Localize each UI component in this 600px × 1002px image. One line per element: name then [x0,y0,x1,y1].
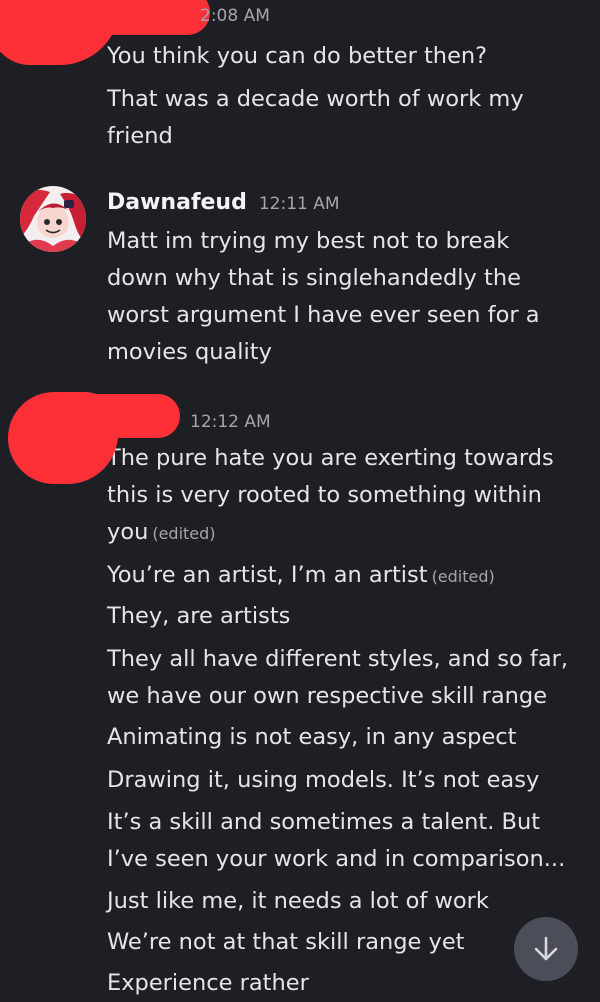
chat-message[interactable]: Drawing it, using models. It’s not easy [107,762,577,799]
chat-message[interactable]: Experience rather [107,965,577,1002]
message-header: 12:12 AM [190,412,271,442]
redaction-mark [40,394,180,438]
chat-message[interactable]: Matt im trying my best not to break down… [107,223,547,371]
message-text: They all have different styles, and so f… [107,646,569,709]
message-text: They, are artists [107,603,291,629]
arrow-down-icon [534,936,558,961]
message-header: Dawnafeud 12:11 AM [107,190,340,220]
message-timestamp: 12:12 AM [190,412,271,432]
chat-message-list[interactable]: 2:08 AM You think you can do better then… [0,0,600,1000]
chat-message[interactable]: Animating is not easy, in any aspect [107,719,577,756]
scroll-to-bottom-button[interactable] [514,917,578,981]
message-text: Animating is not easy, in any aspect [107,724,517,750]
message-text: That was a decade worth of work my frien… [107,86,524,149]
message-text: Matt im trying my best not to break down… [107,228,540,365]
chat-message[interactable]: We’re not at that skill range yet [107,924,577,961]
chat-message[interactable]: It’s a skill and sometimes a talent. But… [107,804,577,878]
message-text: We’re not at that skill range yet [107,929,465,955]
author-name[interactable]: Dawnafeud [107,190,247,215]
chat-message[interactable]: You think you can do better then? [107,38,577,75]
message-text: You’re an artist, I’m an artist [107,562,428,588]
message-text: Drawing it, using models. It’s not easy [107,767,540,793]
message-timestamp: 2:08 AM [200,6,270,26]
message-text: Just like me, it needs a lot of work [107,888,489,914]
message-text: You think you can do better then? [107,43,488,69]
chat-message[interactable]: That was a decade worth of work my frien… [107,81,577,155]
edited-tag: (edited) [152,524,216,543]
avatar[interactable] [20,186,86,252]
chat-message[interactable]: They all have different styles, and so f… [107,641,577,715]
message-timestamp: 12:11 AM [258,194,340,214]
edited-tag: (edited) [431,567,495,586]
chat-message[interactable]: Just like me, it needs a lot of work [107,883,577,920]
chat-message[interactable]: They, are artists [107,598,577,635]
avatar-image [20,186,86,252]
chat-message[interactable]: The pure hate you are exerting towards t… [107,440,577,552]
redaction-mark [60,0,210,35]
message-text: It’s a skill and sometimes a talent. But… [107,809,566,872]
message-text: Experience rather [107,970,309,996]
message-header: 2:08 AM [200,6,270,36]
chat-message[interactable]: You’re an artist, I’m an artist (edited) [107,557,577,595]
